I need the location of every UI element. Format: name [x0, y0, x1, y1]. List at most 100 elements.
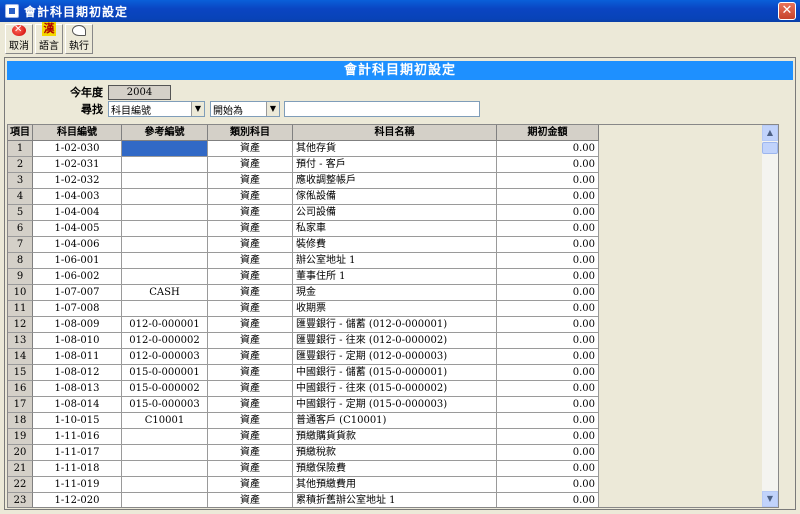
- cell-account-name[interactable]: 匯豐銀行 - 往來 (012-0-000002): [293, 333, 497, 349]
- cell-opening-amount[interactable]: 0.00: [497, 269, 599, 285]
- cell-account-no[interactable]: 1-08-012: [33, 365, 122, 381]
- cell-account-name[interactable]: 現金: [293, 285, 497, 301]
- cell-opening-amount[interactable]: 0.00: [497, 253, 599, 269]
- cell-category[interactable]: 資產: [208, 413, 293, 429]
- cell-item[interactable]: 4: [8, 189, 33, 205]
- cell-item[interactable]: 21: [8, 461, 33, 477]
- cell-item[interactable]: 8: [8, 253, 33, 269]
- cell-opening-amount[interactable]: 0.00: [497, 221, 599, 237]
- cell-reference-no[interactable]: 015-0-000001: [122, 365, 208, 381]
- cell-category[interactable]: 資產: [208, 237, 293, 253]
- cell-reference-no[interactable]: 015-0-000002: [122, 381, 208, 397]
- cell-account-no[interactable]: 1-08-011: [33, 349, 122, 365]
- cell-opening-amount[interactable]: 0.00: [497, 477, 599, 493]
- cell-category[interactable]: 資產: [208, 365, 293, 381]
- cell-reference-no[interactable]: CASH: [122, 285, 208, 301]
- cell-category[interactable]: 資產: [208, 349, 293, 365]
- cell-reference-no[interactable]: [122, 157, 208, 173]
- table-row[interactable]: 23 1-12-020 資產 累積折舊辦公室地址 1 0.00: [8, 493, 599, 507]
- cell-account-name[interactable]: 私家車: [293, 221, 497, 237]
- cell-item[interactable]: 7: [8, 237, 33, 253]
- cell-account-name[interactable]: 裝修費: [293, 237, 497, 253]
- cell-item[interactable]: 14: [8, 349, 33, 365]
- cell-item[interactable]: 16: [8, 381, 33, 397]
- column-header-reference-no[interactable]: 參考編號: [122, 125, 208, 141]
- cell-item[interactable]: 17: [8, 397, 33, 413]
- table-row[interactable]: 9 1-06-002 資產 董事住所 1 0.00: [8, 269, 599, 285]
- table-row[interactable]: 21 1-11-018 資產 預繳保險費 0.00: [8, 461, 599, 477]
- cell-opening-amount[interactable]: 0.00: [497, 205, 599, 221]
- cell-account-name[interactable]: 匯豐銀行 - 定期 (012-0-000003): [293, 349, 497, 365]
- cell-reference-no[interactable]: [122, 253, 208, 269]
- cell-reference-no[interactable]: 015-0-000003: [122, 397, 208, 413]
- cell-category[interactable]: 資產: [208, 493, 293, 507]
- cell-category[interactable]: 資產: [208, 397, 293, 413]
- cell-reference-no[interactable]: [122, 269, 208, 285]
- cell-account-name[interactable]: 預付 - 客戶: [293, 157, 497, 173]
- cell-reference-no[interactable]: [122, 237, 208, 253]
- cell-category[interactable]: 資產: [208, 477, 293, 493]
- cell-reference-no[interactable]: [122, 221, 208, 237]
- cell-account-no[interactable]: 1-11-018: [33, 461, 122, 477]
- cell-opening-amount[interactable]: 0.00: [497, 317, 599, 333]
- cell-account-no[interactable]: 1-02-030: [33, 141, 122, 157]
- cell-account-name[interactable]: 辦公室地址 1: [293, 253, 497, 269]
- cell-opening-amount[interactable]: 0.00: [497, 349, 599, 365]
- table-row[interactable]: 11 1-07-008 資產 收期票 0.00: [8, 301, 599, 317]
- table-row[interactable]: 22 1-11-019 資產 其他預繳費用 0.00: [8, 477, 599, 493]
- cell-account-name[interactable]: 中國銀行 - 儲蓄 (015-0-000001): [293, 365, 497, 381]
- search-field-select[interactable]: 科目編號 ▼: [108, 101, 205, 117]
- cell-reference-no[interactable]: C10001: [122, 413, 208, 429]
- cell-category[interactable]: 資產: [208, 173, 293, 189]
- search-mode-select[interactable]: 開始為 ▼: [210, 101, 280, 117]
- close-button[interactable]: ✕: [778, 2, 796, 20]
- cell-category[interactable]: 資產: [208, 445, 293, 461]
- table-row[interactable]: 4 1-04-003 資產 傢俬設備 0.00: [8, 189, 599, 205]
- cell-account-no[interactable]: 1-07-008: [33, 301, 122, 317]
- scroll-thumb[interactable]: [762, 142, 778, 154]
- cell-opening-amount[interactable]: 0.00: [497, 301, 599, 317]
- cell-reference-no[interactable]: 012-0-000002: [122, 333, 208, 349]
- cell-opening-amount[interactable]: 0.00: [497, 445, 599, 461]
- column-header-category[interactable]: 類別科目: [208, 125, 293, 141]
- cell-account-name[interactable]: 董事住所 1: [293, 269, 497, 285]
- cell-category[interactable]: 資產: [208, 189, 293, 205]
- cell-reference-no[interactable]: [122, 477, 208, 493]
- cell-account-no[interactable]: 1-08-013: [33, 381, 122, 397]
- cell-account-name[interactable]: 中國銀行 - 往來 (015-0-000002): [293, 381, 497, 397]
- cell-account-no[interactable]: 1-08-010: [33, 333, 122, 349]
- language-button[interactable]: 漢 語言: [35, 22, 63, 54]
- cell-account-no[interactable]: 1-08-009: [33, 317, 122, 333]
- cell-item[interactable]: 1: [8, 141, 33, 157]
- cell-account-no[interactable]: 1-02-031: [33, 157, 122, 173]
- cell-opening-amount[interactable]: 0.00: [497, 381, 599, 397]
- cell-opening-amount[interactable]: 0.00: [497, 141, 599, 157]
- cell-account-name[interactable]: 公司設備: [293, 205, 497, 221]
- cell-reference-no[interactable]: [122, 301, 208, 317]
- cell-account-no[interactable]: 1-04-005: [33, 221, 122, 237]
- cell-category[interactable]: 資產: [208, 141, 293, 157]
- cell-item[interactable]: 5: [8, 205, 33, 221]
- cell-account-name[interactable]: 傢俬設備: [293, 189, 497, 205]
- cell-item[interactable]: 3: [8, 173, 33, 189]
- table-row[interactable]: 15 1-08-012 015-0-000001 資產 中國銀行 - 儲蓄 (015-0…: [8, 365, 599, 381]
- column-header-account-name[interactable]: 科目名稱: [293, 125, 497, 141]
- cell-opening-amount[interactable]: 0.00: [497, 333, 599, 349]
- cell-account-name[interactable]: 預繳稅款: [293, 445, 497, 461]
- cell-account-no[interactable]: 1-11-019: [33, 477, 122, 493]
- cell-account-no[interactable]: 1-11-017: [33, 445, 122, 461]
- cell-opening-amount[interactable]: 0.00: [497, 429, 599, 445]
- cell-opening-amount[interactable]: 0.00: [497, 397, 599, 413]
- cell-account-no[interactable]: 1-04-004: [33, 205, 122, 221]
- cell-item[interactable]: 15: [8, 365, 33, 381]
- cell-account-no[interactable]: 1-08-014: [33, 397, 122, 413]
- table-row[interactable]: 18 1-10-015 C10001 資產 普通客戶 (C10001) 0.00: [8, 413, 599, 429]
- cell-category[interactable]: 資產: [208, 285, 293, 301]
- cell-item[interactable]: 12: [8, 317, 33, 333]
- cell-reference-no[interactable]: [122, 189, 208, 205]
- cell-item[interactable]: 20: [8, 445, 33, 461]
- cell-account-name[interactable]: 普通客戶 (C10001): [293, 413, 497, 429]
- cell-opening-amount[interactable]: 0.00: [497, 189, 599, 205]
- column-header-item[interactable]: 項目: [8, 125, 33, 141]
- cell-category[interactable]: 資產: [208, 429, 293, 445]
